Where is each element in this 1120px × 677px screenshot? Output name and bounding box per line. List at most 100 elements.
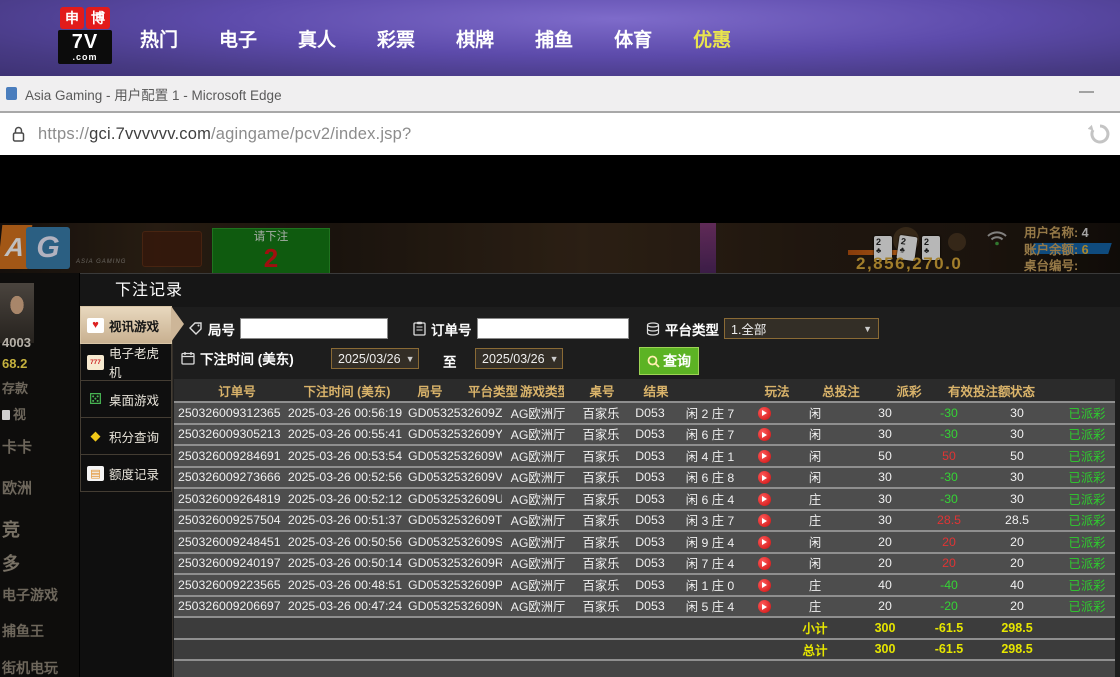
panel-sidebar: ♥ 视讯游戏 777 电子老虎机 ⚄ 桌面游戏 (80, 307, 173, 677)
replay-play-icon[interactable] (758, 450, 771, 463)
site-logo[interactable]: 申 博 7V .com (58, 7, 112, 64)
total-bet-cell: 30 (850, 492, 920, 506)
replay-play-icon[interactable] (758, 579, 771, 592)
video-games-icon: ♥ (87, 318, 104, 333)
sidebar-item[interactable]: ◆ 积分查询 (80, 417, 172, 455)
replay-play-icon[interactable] (758, 600, 771, 613)
replay-play-icon[interactable] (758, 493, 771, 506)
background-menu-fragment: 4003 (2, 335, 31, 350)
nav-item[interactable]: 热门 (140, 25, 178, 52)
platform-cell: AG欧洲厅 (502, 447, 574, 465)
total-row: 总计 300 -61.5 298.5 (174, 640, 1115, 662)
game-cell: 百家乐 (574, 511, 628, 529)
sidebar-item[interactable]: ▤ 额度记录 (80, 454, 172, 492)
table-no-cell: D053 (628, 492, 672, 506)
valid-bet-cell: 20 (978, 599, 1056, 613)
round-cell: GD0532532609Y (408, 427, 502, 441)
table-no-cell: D053 (628, 535, 672, 549)
chevron-down-icon: ▼ (550, 354, 559, 364)
site-nav: 申 博 7V .com 热门 电子 真人 彩票 棋牌 捕鱼 体育 (0, 0, 1120, 76)
replay-play-icon[interactable] (758, 471, 771, 484)
total-bet-cell: 20 (850, 535, 920, 549)
date-from-select[interactable]: 2025/03/26 ▼ (331, 348, 419, 369)
sidebar-item[interactable]: ⚄ 桌面游戏 (80, 380, 172, 418)
logo-suffix: .com (60, 53, 110, 62)
total-bet-cell: 20 (850, 599, 920, 613)
address-bar[interactable]: https://gci.7vvvvvv.com/agingame/pcv2/in… (0, 113, 1120, 158)
replay-play-icon[interactable] (758, 557, 771, 570)
result-cell: 闲 6 庄 4 (672, 490, 748, 508)
background-left-menu: 400368.2存款视卡卡欧洲竞多电子游戏捕鱼王街机电玩 (0, 273, 79, 677)
round-cell: GD0532532609S (408, 535, 502, 549)
clipboard-icon (413, 321, 426, 336)
replay-play-icon[interactable] (758, 428, 771, 441)
minimize-button[interactable]: — (1079, 83, 1094, 100)
subtotal-label: 小计 (780, 618, 850, 637)
points-query-icon: ◆ (87, 429, 104, 444)
platform-select[interactable]: 1.全部 ▼ (724, 318, 879, 339)
table-header-cell: 有效投注额 (948, 381, 1010, 400)
page-content: A G ASIA GAMING 请下注 2 222 2,856,270.0 (0, 158, 1120, 677)
table-row: 250326009248451 2025-03-26 00:50:56 GD05… (174, 532, 1115, 554)
nav-item[interactable]: 体育 (614, 25, 652, 52)
replay-play-icon[interactable] (758, 407, 771, 420)
table-body: 250326009312365 2025-03-26 00:56:19 GD05… (174, 403, 1115, 618)
search-button[interactable]: 查询 (639, 347, 699, 375)
status-cell: 已派彩 (1056, 511, 1118, 529)
table-row: 250326009240197 2025-03-26 00:50:14 GD05… (174, 554, 1115, 576)
url-text[interactable]: https://gci.7vvvvvv.com/agingame/pcv2/in… (38, 125, 411, 144)
payout-cell: -30 (920, 427, 978, 441)
total-bet-cell: 30 (850, 470, 920, 484)
table-no-cell: D053 (628, 556, 672, 570)
sidebar-item[interactable]: 777 电子老虎机 (80, 343, 172, 381)
nav-item[interactable]: 电子 (219, 25, 257, 52)
total-valid: 298.5 (978, 642, 1056, 656)
url-scheme: https:// (38, 125, 89, 143)
valid-bet-cell: 20 (978, 556, 1056, 570)
avatar (0, 283, 34, 343)
subtotal-payout: -61.5 (920, 621, 978, 635)
round-filter-input[interactable] (240, 318, 388, 339)
sidebar-item-label: 桌面游戏 (109, 390, 159, 409)
lock-icon[interactable] (12, 126, 25, 142)
nav-item[interactable]: 彩票 (377, 25, 415, 52)
round-cell: GD0532532609U (408, 492, 502, 506)
time-cell: 2025-03-26 00:50:56 (282, 535, 408, 549)
time-cell: 2025-03-26 00:47:24 (282, 599, 408, 613)
sidebar-item-label: 积分查询 (109, 427, 159, 446)
calendar-icon (181, 351, 195, 365)
status-cell: 已派彩 (1056, 533, 1118, 551)
sidebar-item[interactable]: ♥ 视讯游戏 (80, 306, 172, 344)
order-cell: 250326009264819 (174, 492, 282, 506)
replay-cell (748, 535, 780, 549)
replay-play-icon[interactable] (758, 536, 771, 549)
valid-bet-cell: 30 (978, 427, 1056, 441)
screen: 申 博 7V .com 热门 电子 真人 彩票 棋牌 捕鱼 体育 (0, 0, 1120, 676)
play-type-cell: 闲 (780, 554, 850, 572)
nav-item[interactable]: 捕鱼 (535, 25, 573, 52)
nav-item[interactable]: 真人 (298, 25, 336, 52)
platform-cell: AG欧洲厅 (502, 468, 574, 486)
logo-badge-shen: 申 (60, 7, 84, 29)
valid-bet-cell: 20 (978, 535, 1056, 549)
bet-time-filter-label: 下注时间 (美东) (200, 348, 294, 368)
sidebar-item-label: 额度记录 (109, 464, 159, 483)
replay-play-icon[interactable] (758, 514, 771, 527)
window-titlebar: Asia Gaming - 用户配置 1 - Microsoft Edge — (0, 76, 1120, 113)
refresh-icon[interactable] (1088, 122, 1112, 146)
order-cell: 250326009257504 (174, 513, 282, 527)
nav-item[interactable]: 优惠 (693, 25, 731, 52)
replay-cell (748, 427, 780, 441)
nav-item[interactable]: 棋牌 (456, 25, 494, 52)
round-cell: GD0532532609P (408, 578, 502, 592)
replay-cell (748, 578, 780, 592)
payout-cell: -30 (920, 406, 978, 420)
result-cell: 闲 6 庄 7 (672, 425, 748, 443)
play-type-cell: 庄 (780, 597, 850, 615)
order-filter-input[interactable] (477, 318, 629, 339)
table-header-cell: 局号 (394, 381, 466, 400)
valid-bet-cell: 28.5 (978, 513, 1056, 527)
date-to-select[interactable]: 2025/03/26 ▼ (475, 348, 563, 369)
result-cell: 闲 7 庄 4 (672, 554, 748, 572)
bet-records-panel: 下注记录 ♥ 视讯游戏 777 电子老虎机 (80, 273, 1120, 677)
